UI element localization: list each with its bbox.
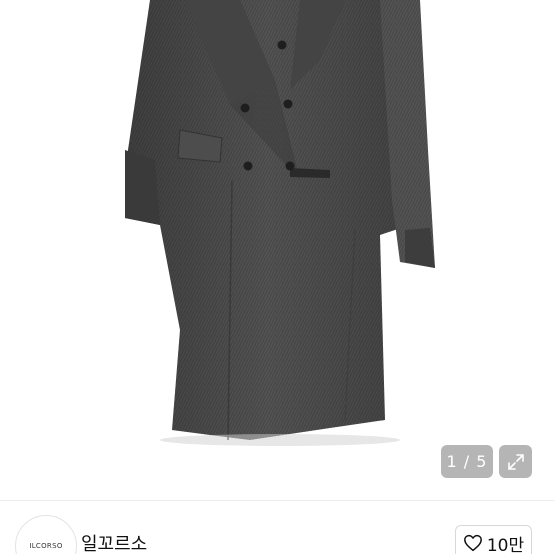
shop-avatar[interactable]: ILCORSO xyxy=(15,515,77,554)
expand-arrows-icon xyxy=(507,453,524,470)
heart-outline-icon xyxy=(463,534,482,552)
seller-bar: ILCORSO 일꼬르소 10만 xyxy=(0,500,554,554)
like-count: 10만 xyxy=(486,535,525,554)
coat-image xyxy=(125,0,435,446)
expand-button[interactable] xyxy=(499,445,532,478)
product-photo[interactable]: 1 / 5 xyxy=(0,0,554,500)
like-button[interactable]: 10만 xyxy=(455,525,532,554)
shop-name[interactable]: 일꼬르소 xyxy=(81,530,147,554)
image-pager: 1 / 5 xyxy=(441,445,493,478)
shop-avatar-text: ILCORSO xyxy=(29,542,63,550)
